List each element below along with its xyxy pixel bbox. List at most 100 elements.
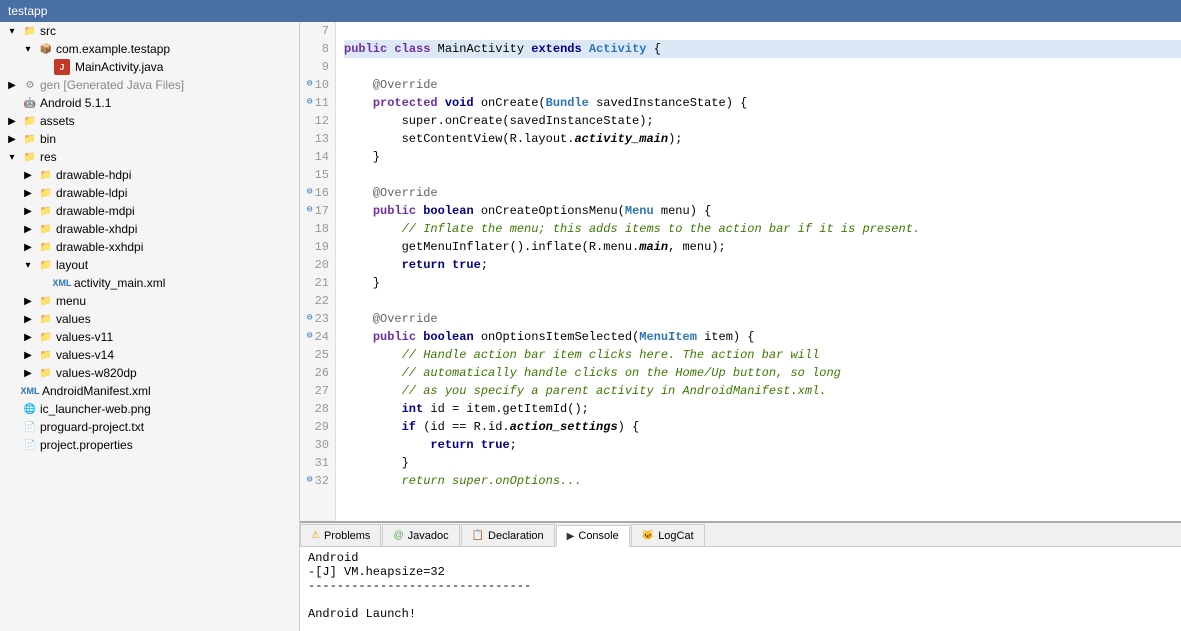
console-line: Android Launch! xyxy=(308,607,1173,621)
code-line: @Override xyxy=(344,76,1181,94)
arrow-icon: ▶ xyxy=(20,311,36,327)
tab-console[interactable]: ▶Console xyxy=(556,525,630,547)
sidebar-label: drawable-xhdpi xyxy=(56,222,137,236)
console-line: ------------------------------- xyxy=(308,579,1173,593)
console-tab-icon: ▶ xyxy=(567,531,575,542)
sidebar-label: drawable-ldpi xyxy=(56,186,127,200)
sidebar-item-res[interactable]: ▾ 📁 res xyxy=(0,148,299,166)
code-line: } xyxy=(344,148,1181,166)
code-container[interactable]: 789⊖10⊖1112131415⊖16⊖171819202122⊖23⊖242… xyxy=(300,22,1181,521)
spacer xyxy=(36,275,52,291)
sidebar-label: src xyxy=(40,24,56,38)
console-tab-label: Console xyxy=(578,530,618,542)
sidebar-item-ic-launcher[interactable]: 🌐 ic_launcher-web.png xyxy=(0,400,299,418)
fold-marker[interactable]: ⊖ xyxy=(307,94,313,112)
sidebar-label: layout xyxy=(56,258,88,272)
console-line: Android xyxy=(308,551,1173,565)
fold-marker[interactable]: ⊖ xyxy=(307,76,313,94)
sidebar-item-layout[interactable]: ▾ 📁 layout xyxy=(0,256,299,274)
folder-icon: 📁 xyxy=(22,131,38,147)
code-line: return true; xyxy=(344,436,1181,454)
code-line xyxy=(344,166,1181,184)
sidebar-item-drawable-hdpi[interactable]: ▶ 📁 drawable-hdpi xyxy=(0,166,299,184)
sidebar-item-bin[interactable]: ▶ 📁 bin xyxy=(0,130,299,148)
file-icon: 📄 xyxy=(22,419,38,435)
editor-area: 789⊖10⊖1112131415⊖16⊖171819202122⊖23⊖242… xyxy=(300,22,1181,631)
android-icon: 🤖 xyxy=(22,95,38,111)
bottom-panel: ⚠Problems@Javadoc📋Declaration▶Console🐱Lo… xyxy=(300,521,1181,631)
spacer xyxy=(36,59,52,75)
tab-declaration[interactable]: 📋Declaration xyxy=(461,524,555,546)
folder-icon: 📁 xyxy=(38,203,54,219)
folder-icon: 📁 xyxy=(38,185,54,201)
sidebar-label: drawable-hdpi xyxy=(56,168,131,182)
fold-marker[interactable]: ⊖ xyxy=(307,184,313,202)
sidebar-label: ic_launcher-web.png xyxy=(40,402,151,416)
sidebar-item-src[interactable]: ▾ 📁 src xyxy=(0,22,299,40)
sidebar-item-drawable-ldpi[interactable]: ▶ 📁 drawable-ldpi xyxy=(0,184,299,202)
tab-logcat[interactable]: 🐱LogCat xyxy=(631,524,705,546)
code-line: setContentView(R.layout.activity_main); xyxy=(344,130,1181,148)
code-line: public boolean onOptionsItemSelected(Men… xyxy=(344,328,1181,346)
sidebar-item-assets[interactable]: ▶ 📁 assets xyxy=(0,112,299,130)
tab-problems[interactable]: ⚠Problems xyxy=(300,524,381,546)
declaration-tab-icon: 📋 xyxy=(472,530,484,541)
file-icon: 📄 xyxy=(22,437,38,453)
spacer xyxy=(4,419,20,435)
code-line: getMenuInflater().inflate(R.menu.main, m… xyxy=(344,238,1181,256)
spacer xyxy=(4,95,20,111)
sidebar-label: assets xyxy=(40,114,75,128)
arrow-icon: ▶ xyxy=(20,365,36,381)
sidebar-item-project-props[interactable]: 📄 project.properties xyxy=(0,436,299,454)
code-line: // as you specify a parent activity in A… xyxy=(344,382,1181,400)
sidebar-label: drawable-xxhdpi xyxy=(56,240,143,254)
tab-javadoc[interactable]: @Javadoc xyxy=(382,524,459,546)
code-lines[interactable]: public class MainActivity extends Activi… xyxy=(336,22,1181,521)
sidebar-item-androidmanifest[interactable]: XML AndroidManifest.xml xyxy=(0,382,299,400)
sidebar-label: Android 5.1.1 xyxy=(40,96,111,110)
spacer xyxy=(4,437,20,453)
fold-marker[interactable]: ⊖ xyxy=(307,202,313,220)
code-line: } xyxy=(344,454,1181,472)
sidebar-item-menu[interactable]: ▶ 📁 menu xyxy=(0,292,299,310)
folder-icon: 📁 xyxy=(38,221,54,237)
sidebar-label: MainActivity.java xyxy=(75,60,163,74)
fold-marker[interactable]: ⊖ xyxy=(307,328,313,346)
spacer xyxy=(4,401,20,417)
sidebar-item-activity-xml[interactable]: XML activity_main.xml xyxy=(0,274,299,292)
fold-marker[interactable]: ⊖ xyxy=(307,472,313,490)
sidebar-item-drawable-xxhdpi[interactable]: ▶ 📁 drawable-xxhdpi xyxy=(0,238,299,256)
sidebar-item-gen[interactable]: ▶ ⚙ gen [Generated Java Files] xyxy=(0,76,299,94)
sidebar-item-drawable-xhdpi[interactable]: ▶ 📁 drawable-xhdpi xyxy=(0,220,299,238)
arrow-icon: ▶ xyxy=(20,293,36,309)
sidebar-item-values-v14[interactable]: ▶ 📁 values-v14 xyxy=(0,346,299,364)
sidebar-item-mainactivity[interactable]: J MainActivity.java xyxy=(0,58,299,76)
spacer xyxy=(4,383,20,399)
sidebar-item-com-example[interactable]: ▾ 📦 com.example.testapp xyxy=(0,40,299,58)
code-line: } xyxy=(344,274,1181,292)
sidebar-item-values[interactable]: ▶ 📁 values xyxy=(0,310,299,328)
code-line: int id = item.getItemId(); xyxy=(344,400,1181,418)
code-line: return true; xyxy=(344,256,1181,274)
xml-icon: XML xyxy=(54,275,70,291)
folder-icon: 📁 xyxy=(22,113,38,129)
folder-icon: 📁 xyxy=(38,239,54,255)
folder-icon: 📁 xyxy=(38,365,54,381)
arrow-icon: ▶ xyxy=(20,167,36,183)
folder-icon: 📁 xyxy=(38,347,54,363)
sidebar-item-android[interactable]: 🤖 Android 5.1.1 xyxy=(0,94,299,112)
sidebar-item-drawable-mdpi[interactable]: ▶ 📁 drawable-mdpi xyxy=(0,202,299,220)
sidebar-item-values-v11[interactable]: ▶ 📁 values-v11 xyxy=(0,328,299,346)
arrow-icon: ▾ xyxy=(4,149,20,165)
code-line: protected void onCreate(Bundle savedInst… xyxy=(344,94,1181,112)
fold-marker[interactable]: ⊖ xyxy=(307,310,313,328)
code-line: // Inflate the menu; this adds items to … xyxy=(344,220,1181,238)
folder-icon: 📁 xyxy=(22,23,38,39)
code-line: if (id == R.id.action_settings) { xyxy=(344,418,1181,436)
code-line: @Override xyxy=(344,184,1181,202)
sidebar-item-values-w820dp[interactable]: ▶ 📁 values-w820dp xyxy=(0,364,299,382)
arrow-icon: ▶ xyxy=(20,221,36,237)
sidebar-item-proguard[interactable]: 📄 proguard-project.txt xyxy=(0,418,299,436)
xml-icon: XML xyxy=(22,383,38,399)
folder-icon: 📁 xyxy=(22,149,38,165)
